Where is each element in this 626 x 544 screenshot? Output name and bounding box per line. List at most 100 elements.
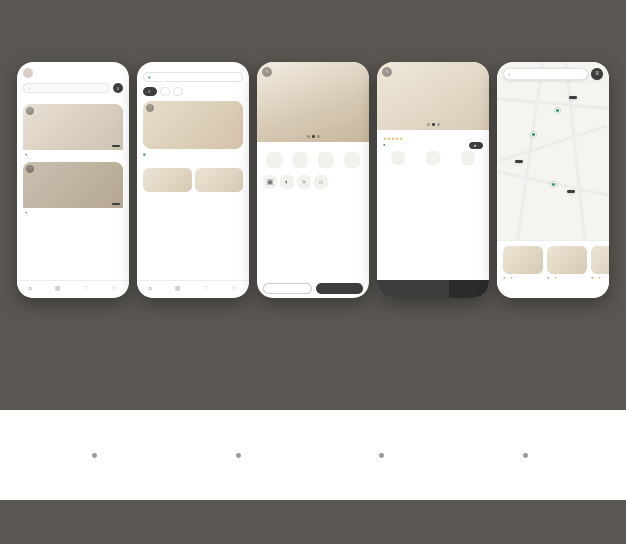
listing-thumb[interactable]: [195, 168, 244, 192]
more-icon[interactable]: ⋯: [239, 158, 244, 164]
amenity-path: [454, 151, 483, 167]
nav-account[interactable]: ☺: [111, 286, 117, 293]
feature-item: [92, 453, 103, 458]
phone-mockup-row: ⌕ ≡ ♡: [0, 62, 626, 298]
nav-home[interactable]: ⌂: [28, 286, 32, 293]
nav-home[interactable]: ⌂: [148, 286, 152, 293]
amenity-garage: [383, 151, 412, 167]
quick-action-row: [263, 152, 363, 170]
heart-icon: ♡: [83, 286, 88, 292]
bullet-icon: [523, 453, 528, 458]
favourite-toggle[interactable]: ♡: [26, 165, 34, 173]
price-marker[interactable]: [569, 96, 577, 99]
map-bottom-sheet[interactable]: ➤ ★ ➤ ★ ➤ ★: [497, 240, 609, 298]
avatar[interactable]: [23, 68, 33, 78]
user-icon: ☺: [111, 286, 117, 292]
calendar-icon: ▦: [175, 286, 181, 292]
map-search-input[interactable]: ⌕: [503, 68, 588, 80]
search-icon: ⌕: [508, 72, 511, 77]
bullet-icon: [379, 453, 384, 458]
chevron-left-icon: ‹: [266, 69, 268, 75]
price-tag: [449, 280, 489, 298]
filter-button[interactable]: ≡: [113, 83, 123, 93]
amenity-pool: [418, 151, 447, 167]
pin-icon: ●: [25, 210, 27, 215]
action-neighbours[interactable]: [315, 152, 337, 170]
call-button[interactable]: [263, 283, 312, 294]
nav-booking[interactable]: ▦: [55, 286, 61, 293]
listing-hero-image[interactable]: ‹: [257, 62, 369, 142]
back-button[interactable]: ‹: [262, 67, 272, 77]
carousel-indicators: [377, 123, 489, 126]
price-marker[interactable]: [567, 190, 575, 193]
map-property-card[interactable]: ➤ ★: [547, 246, 587, 280]
map-filter-button[interactable]: ≡: [591, 68, 603, 80]
chip-apartment[interactable]: [173, 87, 183, 96]
chip-filter[interactable]: ≡: [143, 87, 157, 96]
heart-icon: ♡: [28, 108, 32, 114]
nav-favourite[interactable]: ♡: [203, 286, 208, 293]
feature-item: [236, 453, 247, 458]
map-marker[interactable]: [551, 182, 556, 187]
search-icon: ⌕: [28, 86, 31, 91]
home-icon: ⌂: [28, 286, 32, 292]
nav-account[interactable]: ☺: [231, 286, 237, 293]
price-pill: [112, 203, 120, 205]
nav-favourite[interactable]: ♡: [83, 286, 88, 293]
listing-hero-image[interactable]: ‹: [377, 62, 489, 130]
feature-item: [379, 453, 390, 458]
listing-hero-image[interactable]: ♡: [143, 101, 243, 149]
location-arrow-icon: ➤: [473, 143, 477, 148]
calendar-icon: ▦: [55, 286, 61, 292]
bottom-nav: ⌂ ▦ ♡ ☺: [137, 280, 249, 298]
action-map-view[interactable]: [263, 152, 285, 170]
map-property-card[interactable]: ➤ ★: [503, 246, 543, 280]
pin-icon: ●: [383, 142, 386, 147]
user-icon: ☺: [231, 286, 237, 292]
location-input[interactable]: ●: [143, 72, 243, 82]
carousel-indicators: [257, 135, 369, 138]
nav-booking[interactable]: ▦: [175, 286, 181, 293]
amenity-row: [383, 151, 483, 167]
listing-subtitle: ●: [25, 152, 121, 157]
map-marker[interactable]: [555, 108, 560, 113]
sliders-icon: ≡: [148, 89, 150, 94]
favourite-toggle[interactable]: ♡: [26, 107, 34, 115]
action-360-view[interactable]: [289, 152, 311, 170]
booking-button[interactable]: [377, 280, 449, 298]
action-statistics[interactable]: [341, 152, 363, 170]
sliders-icon: ≡: [117, 86, 120, 91]
category-tabs: [23, 98, 123, 99]
listing-card[interactable]: ♡ ●: [23, 104, 123, 157]
feature-item: [523, 453, 534, 458]
heart-icon: ♡: [148, 105, 152, 111]
price-marker[interactable]: [515, 160, 523, 163]
sliders-icon: ≡: [595, 71, 599, 77]
amenity-item: ☼: [314, 175, 328, 189]
email-button[interactable]: [316, 283, 363, 294]
tag-icon: ■: [143, 152, 146, 157]
screen-map: ⌕ ≡ ➤ ★ ➤ ★: [497, 62, 609, 298]
rating-stars: ★★★★★: [383, 136, 483, 141]
distance-pill: ➤: [469, 142, 483, 149]
heart-icon: ♡: [28, 166, 32, 172]
map-marker[interactable]: [531, 132, 536, 137]
chevron-left-icon: ‹: [386, 69, 388, 75]
back-button[interactable]: ‹: [382, 67, 392, 77]
bottom-nav: ⌂ ▦ ♡ ☺: [17, 280, 129, 298]
listing-thumb[interactable]: [143, 168, 192, 192]
chip-price[interactable]: [160, 87, 170, 96]
favourite-toggle[interactable]: ♡: [146, 104, 154, 112]
map-property-card[interactable]: ➤ ★: [591, 246, 609, 280]
pin-icon: ●: [25, 152, 27, 157]
listing-card[interactable]: ♡ ●: [23, 162, 123, 215]
location-arrow-icon: ➤: [591, 276, 594, 280]
amenity-item: ▣: [263, 175, 277, 189]
search-input[interactable]: ⌕: [23, 83, 110, 93]
listing-category: ■: [143, 152, 243, 157]
pin-icon: ●: [148, 75, 151, 80]
location-arrow-icon: ➤: [503, 276, 506, 280]
location-arrow-icon: ➤: [547, 276, 550, 280]
bullet-icon: [92, 453, 97, 458]
heart-icon: ♡: [203, 286, 208, 292]
